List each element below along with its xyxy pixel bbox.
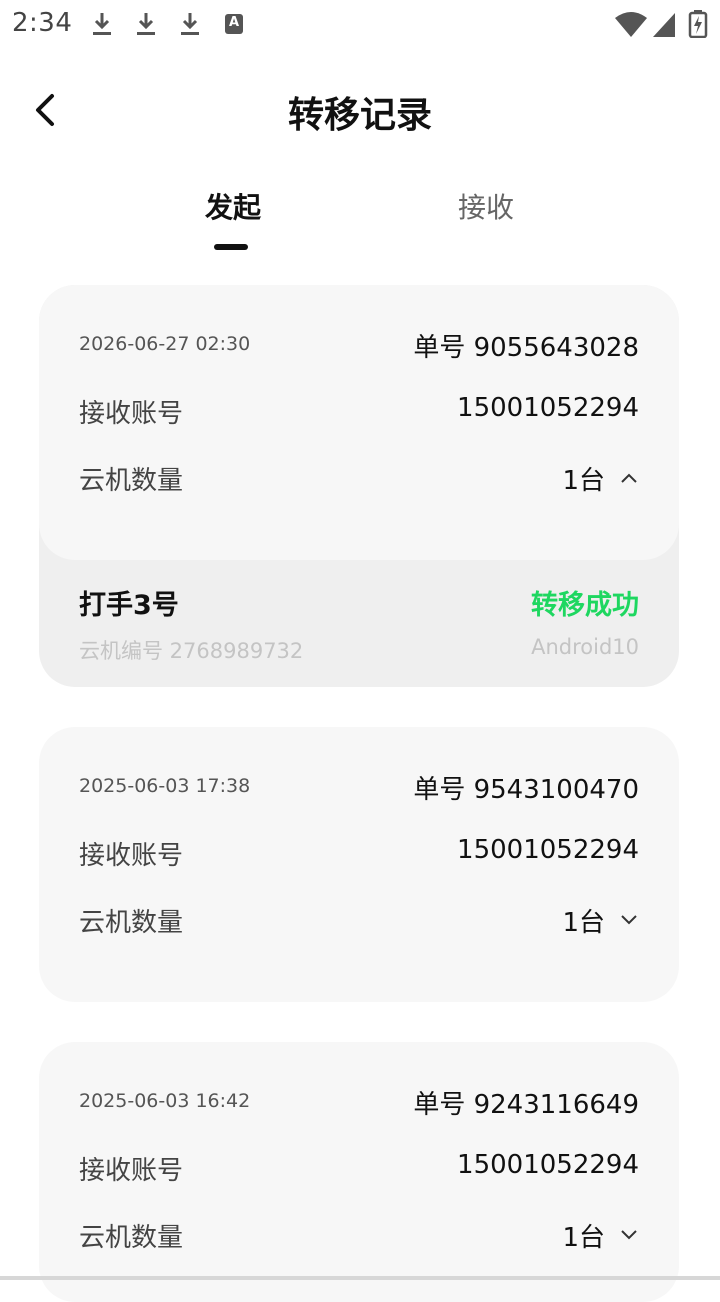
record-order-number: 单号 9243116649 (413, 1090, 639, 1120)
record-row-order: 2025-06-03 17:38 单号 9543100470 (79, 769, 639, 809)
status-time: 2:34 (12, 8, 73, 38)
device-count: 1台 (562, 1223, 605, 1253)
receiver-account: 15001052294 (457, 1150, 639, 1180)
device-count: 1台 (562, 908, 605, 938)
device-count: 1台 (562, 466, 605, 496)
header: 转移记录 (0, 72, 720, 148)
record-row-receiver: 接收账号 15001052294 (79, 835, 639, 875)
device-os: Android10 (531, 635, 639, 659)
device-name: 打手3号 (79, 590, 179, 621)
record-order-number: 单号 9543100470 (413, 775, 639, 805)
record-row-receiver: 接收账号 15001052294 (79, 393, 639, 433)
receiver-label: 接收账号 (79, 841, 184, 871)
signal-icon (653, 13, 675, 37)
record-card: 2026-06-27 02:30 单号 9055643028 接收账号 1500… (39, 285, 679, 687)
download-icon (93, 13, 111, 35)
count-label: 云机数量 (79, 1223, 184, 1253)
record-card-summary: 2026-06-27 02:30 单号 9055643028 接收账号 1500… (39, 285, 679, 560)
wifi-icon (615, 12, 647, 37)
record-row-count[interactable]: 云机数量 1台 (79, 1217, 639, 1257)
status-bar: 2:34 A (0, 0, 720, 48)
a-badge-icon: A (225, 14, 243, 34)
count-label: 云机数量 (79, 466, 184, 496)
record-card: 2025-06-03 17:38 单号 9543100470 接收账号 1500… (39, 727, 679, 1002)
battery-charging-icon (688, 10, 708, 38)
tab-initiated[interactable]: 发起 (205, 186, 261, 226)
receiver-account: 15001052294 (457, 393, 639, 423)
record-row-receiver: 接收账号 15001052294 (79, 1150, 639, 1190)
chevron-down-icon[interactable] (619, 1225, 639, 1245)
receiver-label: 接收账号 (79, 399, 184, 429)
record-date: 2026-06-27 02:30 (79, 333, 251, 355)
chevron-up-icon[interactable] (619, 468, 639, 488)
record-date: 2025-06-03 17:38 (79, 775, 251, 797)
bottom-edge (0, 1276, 720, 1280)
record-order-number: 单号 9055643028 (413, 333, 639, 363)
record-row-order: 2025-06-03 16:42 单号 9243116649 (79, 1084, 639, 1124)
record-card: 2025-06-03 16:42 单号 9243116649 接收账号 1500… (39, 1042, 679, 1302)
record-row-count[interactable]: 云机数量 1台 (79, 460, 639, 500)
receiver-label: 接收账号 (79, 1156, 184, 1186)
status-badge: 转移成功 (531, 590, 639, 621)
tab-received[interactable]: 接收 (458, 186, 514, 226)
device-id: 云机编号 2768989732 (79, 639, 304, 663)
tab-bar: 发起 接收 (0, 180, 720, 260)
chevron-down-icon[interactable] (619, 910, 639, 930)
download-icon (181, 13, 199, 35)
record-row-count[interactable]: 云机数量 1台 (79, 902, 639, 942)
record-row-order: 2026-06-27 02:30 单号 9055643028 (79, 327, 639, 367)
record-date: 2025-06-03 16:42 (79, 1090, 251, 1112)
tab-indicator (214, 244, 248, 250)
count-label: 云机数量 (79, 908, 184, 938)
receiver-account: 15001052294 (457, 835, 639, 865)
page-title: 转移记录 (287, 95, 432, 136)
download-icon (137, 13, 155, 35)
